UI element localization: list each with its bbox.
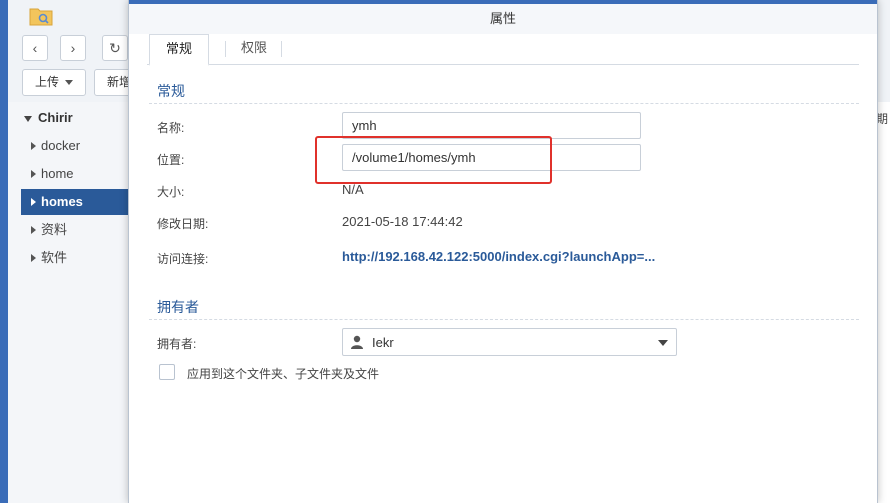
tree-item-label: 资料: [41, 222, 68, 237]
collapse-arrow-icon: [31, 170, 36, 178]
modified-date-label: 修改日期:: [157, 217, 209, 231]
user-icon: [351, 335, 363, 349]
size-value: N/A: [342, 182, 364, 197]
tree-item-label: home: [41, 166, 74, 181]
annotation-highlight-box: [315, 136, 552, 184]
upload-button[interactable]: 上传: [22, 69, 87, 96]
section-title-owner: 拥有者: [157, 299, 199, 315]
window-edge: [0, 0, 8, 503]
section-divider: [149, 319, 859, 320]
tree-root-label: Chirir: [38, 110, 73, 125]
name-label: 名称:: [157, 121, 185, 135]
size-label: 大小:: [157, 185, 185, 199]
chevron-down-icon: [65, 80, 74, 86]
forward-button[interactable]: ›: [60, 35, 86, 61]
owner-select[interactable]: Iekr: [342, 328, 677, 356]
tree-item-data[interactable]: 资料: [21, 217, 128, 243]
collapse-arrow-icon: [31, 198, 36, 206]
apply-recursive-label[interactable]: 应用到这个文件夹、子文件夹及文件: [187, 365, 379, 382]
access-link[interactable]: http://192.168.42.122:5000/index.cgi?lau…: [342, 249, 655, 264]
apply-recursive-checkbox[interactable]: [159, 364, 175, 380]
chevron-down-icon[interactable]: [658, 340, 668, 346]
section-divider: [149, 103, 859, 104]
back-button[interactable]: ‹: [22, 35, 48, 61]
refresh-button[interactable]: ↻: [102, 35, 128, 61]
name-field[interactable]: ymh: [342, 112, 641, 139]
owner-label: 拥有者:: [157, 337, 197, 351]
dialog-title[interactable]: 属性: [129, 4, 877, 34]
tree-item-docker[interactable]: docker: [21, 133, 128, 159]
tree-item-home[interactable]: home: [21, 161, 128, 187]
tree-item-label: 软件: [41, 250, 68, 265]
tree-root[interactable]: Chirir: [24, 110, 73, 125]
tab-general[interactable]: 常规: [149, 34, 210, 66]
folder-search-icon: [29, 8, 53, 26]
modified-date-value: 2021-05-18 17:44:42: [342, 214, 463, 229]
collapse-arrow-icon: [31, 226, 36, 234]
tree-item-software[interactable]: 软件: [21, 245, 128, 271]
collapse-arrow-icon: [31, 254, 36, 262]
upload-label: 上传: [35, 75, 60, 89]
properties-dialog: 属性 常规 权限 常规 名称: ymh 位置: /volume1/homes/y…: [128, 0, 878, 503]
location-label: 位置:: [157, 153, 185, 167]
tab-divider: [281, 41, 282, 57]
expand-arrow-icon: [24, 115, 32, 122]
tree-item-label: docker: [41, 138, 81, 153]
owner-name: Iekr: [372, 335, 394, 350]
access-link-label: 访问连接:: [157, 252, 209, 266]
tab-bar: 常规 权限: [147, 34, 859, 66]
section-title-general: 常规: [157, 83, 185, 99]
collapse-arrow-icon: [31, 142, 36, 150]
tree-item-label: homes: [41, 194, 83, 209]
tab-permissions[interactable]: 权限: [225, 34, 283, 65]
folder-tree: Chirir docker home homes 资料 软件: [8, 102, 128, 503]
tree-item-homes[interactable]: homes: [21, 189, 128, 215]
